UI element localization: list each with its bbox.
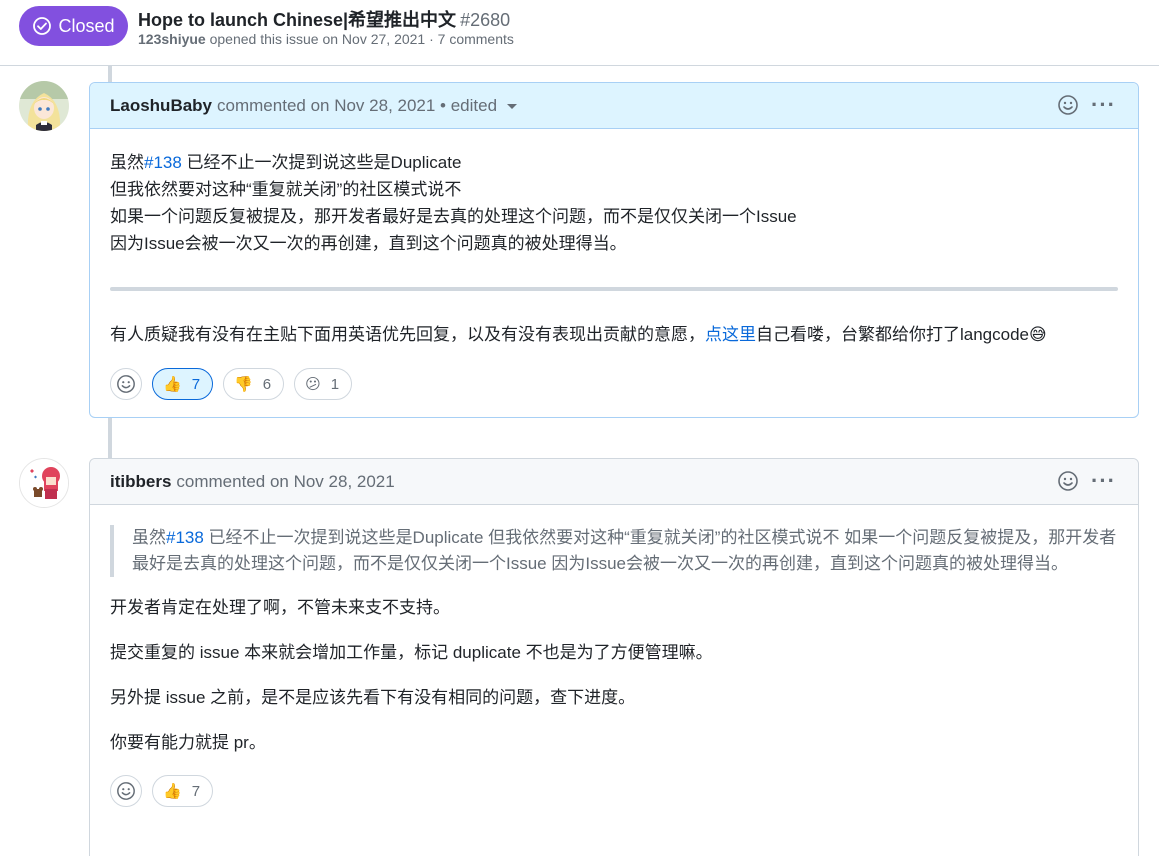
issue-meta: 123shiyue opened this issue on Nov 27, 2… (138, 31, 514, 47)
avatar-image (19, 81, 69, 131)
timeline-connector (108, 417, 112, 459)
reactions-bar: 👍 7 (110, 775, 1118, 807)
reactions-bar: 👍 7 👎 6 😕 1 (110, 368, 1118, 400)
reaction-thumbs-down[interactable]: 👎 6 (223, 368, 285, 400)
comment-paragraph: 另外提 issue 之前，是不是应该先看下有没有相同的问题，查下进度。 (110, 688, 636, 707)
timeline-connector (108, 66, 112, 83)
comment-line: 虽然#138 已经不止一次提到说这些是Duplicate (110, 149, 1118, 176)
reaction-confused[interactable]: 😕 1 (294, 368, 353, 400)
reaction-thumbs-up[interactable]: 👍 7 (152, 775, 214, 807)
quote-text: 虽然 (132, 528, 166, 547)
avatar-laoshubaby[interactable] (19, 81, 69, 131)
state-label: Closed (58, 15, 115, 36)
quote-text: 已经不止一次提到说这些是Duplicate 但我依然要对这种“重复就关闭”的社区… (132, 528, 1117, 573)
comment-text: 有人质疑我有没有在主贴下面用英语优先回复，以及有没有表现出贡献的意愿， (110, 325, 705, 344)
thumbs-up-icon: 👍 (163, 374, 182, 393)
comment-paragraph: 开发者肯定在处理了啊，不管未来支不支持。 (110, 598, 450, 617)
comment-header: itibbers commented on Nov 28, 2021 ··· (90, 459, 1138, 505)
click-here-link[interactable]: 点这里 (705, 325, 756, 344)
comment-paragraph: 提交重复的 issue 本来就会增加工作量，标记 duplicate 不也是为了… (110, 643, 713, 662)
comment-action-text: commented on Nov 28, 2021 (176, 471, 395, 491)
check-circle-icon (33, 17, 52, 35)
comment-header-actions: ··· (1057, 470, 1116, 492)
thumbs-up-icon: 👍 (163, 781, 182, 800)
thumbs-down-icon: 👎 (234, 374, 253, 393)
comment-header-actions: ··· (1057, 94, 1116, 116)
comment-card: itibbers commented on Nov 28, 2021 ··· 虽… (89, 458, 1139, 856)
comment-line: 但我依然要对这种“重复就关闭”的社区模式说不 (110, 180, 462, 199)
quoted-reply: 虽然#138 已经不止一次提到说这些是Duplicate 但我依然要对这种“重复… (110, 525, 1118, 577)
smiley-icon (117, 375, 135, 393)
comment-line: 如果一个问题反复被提及，那开发者最好是去真的处理这个问题，而不是仅仅关闭一个Is… (110, 207, 797, 226)
add-reaction-button[interactable] (110, 368, 142, 400)
horizontal-rule (110, 287, 1118, 291)
comment-author-link[interactable]: LaoshuBaby (110, 96, 212, 116)
issue-ref-link[interactable]: #138 (144, 153, 182, 172)
comment-line: 有人质疑我有没有在主贴下面用英语优先回复，以及有没有表现出贡献的意愿，点这里自己… (110, 321, 1118, 349)
issue-number: #2680 (460, 10, 511, 30)
reaction-count: 6 (262, 375, 272, 393)
smiley-icon (117, 782, 135, 800)
kebab-menu-icon[interactable]: ··· (1091, 94, 1116, 116)
avatar-itibbers[interactable] (19, 458, 69, 508)
edited-dropdown-caret-icon[interactable] (507, 104, 518, 109)
comment-text: 自己看喽，台繁都给你打了langcode (756, 325, 1030, 344)
issue-author-link[interactable]: 123shiyue (138, 31, 206, 47)
comment-header: LaoshuBaby commented on Nov 28, 2021 • e… (90, 83, 1138, 129)
reaction-count: 1 (330, 375, 340, 393)
comment-paragraph: 你要有能力就提 pr。 (110, 733, 266, 752)
confused-face-icon: 😕 (305, 374, 321, 393)
comment-text: 已经不止一次提到说这些是Duplicate (181, 153, 462, 172)
issue-header: Closed Hope to launch Chinese|希望推出中文 #268… (0, 0, 1159, 66)
comment-text: 虽然 (110, 153, 144, 172)
issue-meta-text: opened this issue on Nov 27, 2021 · 7 co… (209, 31, 514, 47)
add-reaction-smiley-icon[interactable] (1057, 94, 1079, 116)
comment-body: 虽然#138 已经不止一次提到说这些是Duplicate 但我依然要对这种“重复… (90, 505, 1138, 807)
reaction-count: 7 (191, 375, 201, 393)
issue-title: Hope to launch Chinese|希望推出中文 #2680 (138, 6, 510, 32)
comment-line: 因为Issue会被一次又一次的再创建，直到这个问题真的被处理得当。 (110, 234, 627, 253)
comment-author-link[interactable]: itibbers (110, 472, 171, 492)
comment-body: 虽然#138 已经不止一次提到说这些是Duplicate 但我依然要对这种“重复… (90, 129, 1138, 400)
add-reaction-smiley-icon[interactable] (1057, 470, 1079, 492)
reaction-thumbs-up[interactable]: 👍 7 (152, 368, 214, 400)
issue-title-text: Hope to launch Chinese|希望推出中文 (138, 10, 457, 30)
smiling-face-emoji: 😅 (1029, 325, 1047, 345)
comment-action-text: commented on Nov 28, 2021 • edited (217, 95, 498, 115)
add-reaction-button[interactable] (110, 775, 142, 807)
kebab-menu-icon[interactable]: ··· (1091, 470, 1116, 492)
comment-card: LaoshuBaby commented on Nov 28, 2021 • e… (89, 82, 1139, 418)
avatar-image (20, 459, 68, 507)
issue-state-badge: Closed (19, 6, 128, 46)
issue-ref-link[interactable]: #138 (166, 528, 204, 547)
reaction-count: 7 (191, 782, 201, 800)
